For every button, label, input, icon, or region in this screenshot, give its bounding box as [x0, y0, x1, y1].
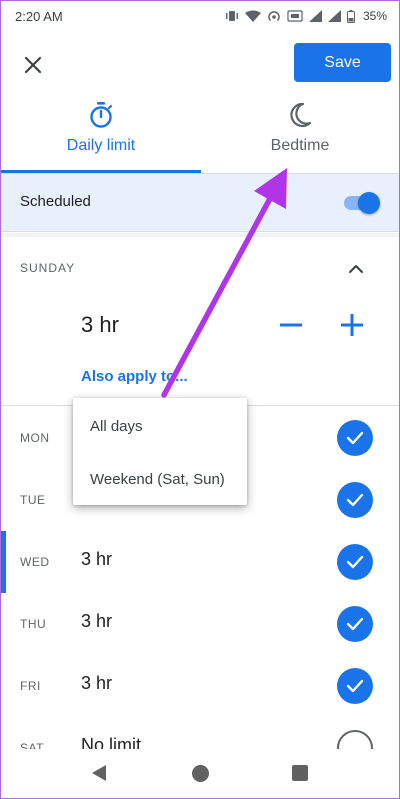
minus-icon: [280, 323, 302, 327]
wifi-icon: [244, 10, 261, 22]
day-abbr: FRI: [20, 679, 41, 693]
toggle-thumb: [358, 192, 380, 214]
menu-item-all-days[interactable]: All days: [73, 400, 247, 452]
signal-icon-2: [327, 10, 341, 22]
check-icon: [346, 431, 364, 445]
moon-icon: [290, 102, 312, 128]
day-checkbox-fri[interactable]: [337, 668, 373, 704]
day-row-wed: WED 3 hr: [1, 531, 399, 593]
status-icons: 35%: [225, 9, 387, 23]
tab-bedtime-label: Bedtime: [270, 137, 330, 154]
check-icon: [346, 617, 364, 631]
check-icon: [346, 555, 364, 569]
save-button[interactable]: Save: [294, 43, 391, 82]
hotspot-icon: [268, 10, 280, 21]
battery-percent: 35%: [362, 9, 387, 23]
timer-icon: [90, 102, 113, 128]
close-button[interactable]: [19, 51, 47, 79]
menu-item-weekend[interactable]: Weekend (Sat, Sun): [73, 453, 247, 505]
scheduled-label: Scheduled: [20, 193, 91, 210]
day-checkbox-tue[interactable]: [337, 482, 373, 518]
day-row-thu: THU 3 hr: [1, 593, 399, 655]
selected-row-marker: [1, 531, 6, 593]
section-divider: [1, 233, 399, 237]
day-row-fri: FRI 3 hr: [1, 655, 399, 717]
battery-icon: [346, 9, 355, 23]
vibrate-icon: [225, 11, 238, 21]
check-icon: [346, 679, 364, 693]
tab-daily-limit[interactable]: Daily limit: [1, 101, 201, 173]
day-checkbox-wed[interactable]: [337, 544, 373, 580]
home-icon[interactable]: [192, 765, 209, 782]
back-icon[interactable]: [90, 764, 108, 782]
day-checkbox-thu[interactable]: [337, 606, 373, 642]
chevron-up-icon: [349, 265, 363, 273]
close-icon: [24, 56, 42, 74]
scheduled-row: Scheduled: [1, 173, 399, 232]
apply-to-menu: All days Weekend (Sat, Sun): [73, 398, 247, 505]
status-bar: 2:20 AM 35%: [1, 1, 399, 35]
increase-limit-button[interactable]: [336, 309, 368, 341]
volte-icon: [287, 10, 303, 22]
day-value[interactable]: 3 hr: [81, 673, 112, 694]
plus-icon: [341, 314, 363, 336]
day-abbr: MON: [20, 431, 50, 445]
tab-daily-limit-label: Daily limit: [66, 137, 136, 154]
day-value[interactable]: 3 hr: [81, 549, 112, 570]
signal-icon: [308, 10, 322, 22]
day-value[interactable]: 3 hr: [81, 611, 112, 632]
day-abbr: WED: [20, 555, 50, 569]
collapse-sunday-button[interactable]: [342, 255, 370, 283]
navigation-bar: [1, 749, 399, 798]
decrease-limit-button[interactable]: [275, 309, 307, 341]
menu-item-label: All days: [90, 418, 143, 435]
menu-item-label: Weekend (Sat, Sun): [90, 471, 225, 488]
day-abbr: TUE: [20, 493, 46, 507]
day-abbr: THU: [20, 617, 47, 631]
status-time: 2:20 AM: [15, 9, 63, 24]
sunday-limit-value: 3 hr: [81, 312, 119, 337]
check-icon: [346, 493, 364, 507]
tab-bedtime[interactable]: Bedtime: [201, 101, 399, 173]
sunday-label: SUNDAY: [20, 261, 76, 275]
recents-icon[interactable]: [292, 765, 308, 781]
day-checkbox-mon[interactable]: [337, 420, 373, 456]
also-apply-to-link[interactable]: Also apply to...: [81, 368, 188, 385]
app-frame: 2:20 AM 35% Save Daily limit Bedtime Sch…: [0, 0, 400, 799]
scheduled-toggle[interactable]: [342, 191, 380, 214]
